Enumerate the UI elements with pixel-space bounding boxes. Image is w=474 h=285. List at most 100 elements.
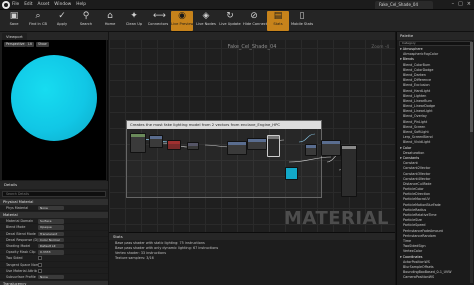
live-nodes-icon: ◈ [202,11,210,21]
graph-node[interactable] [321,140,341,156]
details-search-input[interactable]: Search Details [2,191,106,197]
graph-node[interactable] [167,140,181,150]
property-value[interactable]: Color Normal [38,237,64,243]
live-update-button[interactable]: ↻ Live Update [219,11,241,31]
menu-asset[interactable]: Asset [38,2,50,7]
clean-up-button[interactable]: ✦ Clean Up [123,11,145,31]
cleanup-icon: ✦ [130,11,138,21]
property-checkbox[interactable] [38,256,42,261]
search-button[interactable]: ⚲ Search [75,11,97,31]
graph-node[interactable] [227,141,247,155]
live-preview-icon: ◉ [178,11,186,21]
viewport-tab[interactable]: Viewport [2,33,27,40]
live-update-icon: ↻ [226,11,234,21]
palette-scrollbar[interactable] [470,42,473,283]
menu-file[interactable]: File [12,2,19,7]
stats-panel: Stats Base pass shader with static light… [109,232,395,285]
property-label: Decal Response (D) [6,237,39,242]
hide-connectors-icon: ⊘ [250,11,258,21]
category-dropdown[interactable]: Category [399,41,472,46]
menu-edit[interactable]: Edit [24,2,32,7]
toolbar-label: Live Nodes [196,22,216,26]
home-button[interactable]: ⌂ Home [99,11,121,31]
toolbar-label: Live Update [219,22,241,26]
property-label: Two Sided [6,256,23,261]
stats-button[interactable]: ▤ Stats [267,11,289,31]
graph-node-selected[interactable] [267,135,280,157]
property-value[interactable]: 0.3333 [38,250,64,255]
property-checkbox[interactable] [38,262,42,267]
toolbar: ▣ Save ⌕ Find in CB ✓ Apply ⚲ Search ⌂ Home ✦ Clean… [0,10,474,32]
property-row: Subsurface Profile None [0,274,108,281]
property-label: Decal Blend Mode [6,231,36,236]
save-button[interactable]: ▣ Save [3,11,25,31]
stats-tab[interactable]: Stats [109,233,395,240]
preview-viewport[interactable]: Perspective Lit Show [2,40,106,180]
minimize-icon[interactable]: – [452,1,455,7]
stat-line: Base pass shader with static lighting: 7… [115,240,205,245]
find-icon: ⌕ [35,11,41,21]
document-tab[interactable]: Fake_Cel_Shade_04 [375,1,433,9]
property-value[interactable]: Translucent [38,231,64,236]
menu-window[interactable]: Window [54,2,71,7]
toolbar-label: Find in CB [29,22,47,26]
property-label: Phys Material [6,206,29,210]
stat-line: Texture samplers: 3/16 [115,255,154,260]
connectors-icon: ⟷ [153,11,166,21]
property-value[interactable]: Surface [38,219,64,224]
section-header[interactable]: Translucency [0,281,108,285]
live-preview-button[interactable]: ◉ Live Preview [171,11,193,31]
save-icon: ▣ [9,11,19,21]
graph-wires [138,133,348,171]
graph-node[interactable] [187,142,199,150]
perspective-button[interactable]: Perspective [4,42,27,47]
maximize-icon[interactable]: □ [458,1,463,7]
graph-node[interactable] [149,135,163,148]
search-icon: ⚲ [82,11,90,21]
property-value[interactable]: Opaque [38,225,64,230]
toolbar-label: Apply [56,22,68,26]
mobile-stats-button[interactable]: ▯ Mobile Stats [291,11,313,31]
palette-list: ▾ Atmosphere AtmosphericFogColor ▾ Blends B… [397,47,474,280]
palette-tab[interactable]: Palette [397,32,474,40]
toolbar-label: Save [9,22,19,26]
menu-bar: File Edit Asset Window Help Fake_Cel_Shade_0… [0,0,474,10]
details-tab[interactable]: Details [0,181,108,189]
connectors-button[interactable]: ⟷ Connectors [147,11,169,31]
property-checkbox[interactable] [38,268,42,273]
property-value[interactable]: None [38,274,64,280]
home-icon: ⌂ [107,11,113,21]
live-nodes-button[interactable]: ◈ Live Nodes [195,11,217,31]
property-value[interactable]: None [38,206,64,211]
find-in-cb-button[interactable]: ⌕ Find in CB [27,11,49,31]
close-icon[interactable]: × [467,1,471,7]
toolbar-label: Mobile Stats [291,22,314,26]
toolbar-label: Connectors [147,22,169,26]
graph-node[interactable] [247,138,267,150]
color-preview-node[interactable] [285,167,298,180]
material-graph[interactable]: Fake_Cel_Shade_04 Zoom -4 Creates the mo… [109,32,395,232]
stats-icon: ▤ [273,11,283,21]
stat-line: Base pass shader with only dynamic light… [115,245,219,250]
menu-items: File Edit Asset Window Help [12,2,86,7]
toolbar-label: Search [79,22,93,26]
graph-node[interactable] [130,133,146,153]
material-watermark: MATERIAL [284,208,389,229]
property-label: Blend Mode [6,225,26,230]
palette-item[interactable]: CameraPositionWS [399,275,474,280]
viewport-tabbar: Viewport [0,32,108,40]
menu-help[interactable]: Help [76,2,86,7]
palette-panel: Palette Category ▾ Atmosphere Atmospheric… [396,32,474,285]
toolbar-label: Clean Up [125,22,143,26]
window-controls: – □ × [452,1,471,7]
material-result-node[interactable] [341,145,357,197]
show-button[interactable]: Show [36,42,49,47]
graph-node[interactable] [305,144,317,156]
property-value[interactable]: Default Lit [38,243,64,249]
lit-button[interactable]: Lit [26,42,34,47]
details-panel: Details Search Details Physical Material… [0,181,108,285]
property-label: Use Material Attrib [6,268,37,273]
preview-sphere [11,55,97,141]
apply-button[interactable]: ✓ Apply [51,11,73,31]
hide-connectors-button[interactable]: ⊘ Hide Connectors [243,11,273,31]
